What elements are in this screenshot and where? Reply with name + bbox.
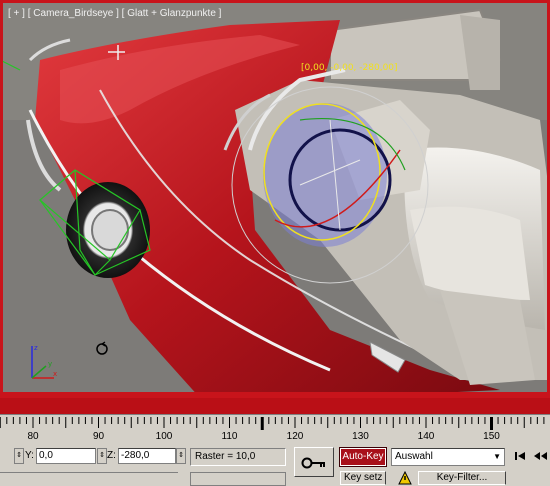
timeline-tick-label: 150: [483, 431, 500, 442]
timeline-tick-label: 100: [155, 431, 173, 442]
z-label: Z:: [107, 450, 116, 461]
scene-render: [0, 0, 550, 398]
viewport-label[interactable]: [ + ] [ Camera_Birdseye ] [ Glatt + Glan…: [8, 8, 221, 19]
time-ruler[interactable]: 80 90 100 110 120 130 140 150: [0, 414, 550, 446]
timeline-tick-label: 90: [92, 431, 105, 442]
previous-frame-icon[interactable]: [532, 447, 550, 465]
timeline-tick-label: 80: [27, 431, 39, 442]
gizmo-coordinate-readout: [0,00, -0,00, -280,00]: [301, 63, 398, 73]
animation-track-bar[interactable]: [0, 398, 550, 414]
svg-text:z: z: [34, 344, 38, 352]
timeline-tick-label: 120: [286, 431, 304, 442]
current-frame-marker: [260, 417, 264, 430]
status-area: [0, 472, 178, 486]
auto-key-button[interactable]: Auto-Key: [339, 447, 387, 467]
chevron-down-icon: ▼: [493, 452, 501, 461]
warning-icon: [398, 471, 412, 485]
timeline-tick-label: 140: [417, 431, 435, 442]
svg-text:x: x: [53, 370, 57, 378]
z-coordinate-field[interactable]: -280,0: [118, 448, 176, 464]
x-spinner[interactable]: ⇕: [14, 448, 24, 464]
z-spinner[interactable]: ⇕: [176, 448, 186, 464]
y-spinner[interactable]: ⇕: [97, 448, 107, 464]
time-ruler-ticks: [0, 417, 545, 430]
set-tangent-area[interactable]: [190, 472, 286, 486]
svg-text:y: y: [48, 360, 52, 368]
timeline-tick-label: 110: [221, 431, 238, 442]
axis-tripod-icon: z y x: [31, 344, 57, 379]
camera-viewport[interactable]: [ + ] [ Camera_Birdseye ] [ Glatt + Glan…: [0, 0, 550, 398]
rotate-cursor-icon: [96, 341, 108, 355]
timeline-tick-label: 130: [352, 431, 369, 442]
bottom-controls: ⇕ Y: 0,0 ⇕ Z: -280,0 ⇕ Raster = 10,0 Aut…: [0, 445, 550, 486]
key-icon: [301, 457, 325, 469]
selection-set-value: Auswahl: [395, 451, 433, 462]
set-key-button[interactable]: [294, 447, 334, 477]
y-coordinate-field[interactable]: 0,0: [36, 448, 96, 464]
go-to-start-icon[interactable]: [512, 447, 530, 465]
grid-spacing-label: Raster = 10,0: [190, 448, 286, 466]
selection-set-dropdown[interactable]: Auswahl ▼: [391, 448, 505, 466]
end-frame-marker: [490, 417, 493, 430]
set-keys-button[interactable]: Key setz: [340, 471, 386, 485]
key-filter-button[interactable]: Key-Filter...: [418, 471, 506, 485]
y-label: Y:: [25, 450, 34, 461]
